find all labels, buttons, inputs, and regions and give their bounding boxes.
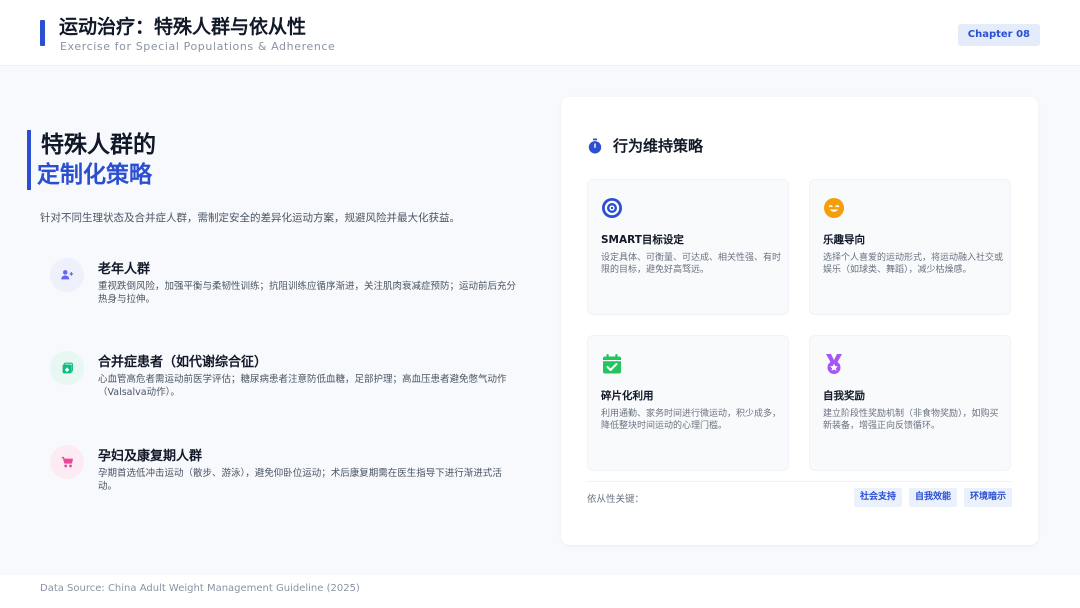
users-icon [50,258,84,292]
tile-title: 碎片化利用 [601,390,654,402]
header: 运动治疗：特殊人群与依从性 Exercise for Special Popul… [0,0,1080,66]
medal-icon [823,353,845,379]
section-heading-line2: 定制化策略 [37,162,152,188]
chapter-badge: Chapter 08 [957,24,1040,46]
stopwatch-icon [587,138,603,158]
tile-desc: 选择个人喜爱的运动形式，将运动融入社交或娱乐（如球类、舞蹈），减少枯燥感。 [823,253,1004,275]
strategy-tile-fun: 乐趣导向 选择个人喜爱的运动形式，将运动融入社交或娱乐（如球类、舞蹈），减少枯燥… [809,179,1011,315]
section-intro: 针对不同生理状态及合并症人群，需制定安全的差异化运动方案，规避风险并最大化获益。 [40,212,460,224]
group-desc: 孕期首选低冲击运动（散步、游泳），避免仰卧位运动；术后康复期需在医生指导下进行渐… [98,468,502,492]
group-title: 孕妇及康复期人群 [98,449,203,464]
target-icon [601,197,623,223]
strategy-tile-reward: 自我奖励 建立阶段性奖励机制（非食物奖励），如购买新装备，增强正向反馈循环。 [809,335,1011,471]
section-heading: 特殊人群的 定制化策略 [27,130,156,190]
tile-title: 乐趣导向 [823,234,865,246]
strategy-tile-fragmented: 碎片化利用 利用通勤、家务时间进行微运动，积少成多，降低整块时间运动的心理门槛。 [587,335,789,471]
group-title: 合并症患者（如代谢综合征） [98,355,268,370]
group-desc: 心血管高危者需运动前医学评估；糖尿病患者注意防低血糖，足部护理；高血压患者避免憋… [98,374,507,398]
strategy-tile-smart: SMART目标设定 设定具体、可衡量、可达成、相关性强、有时限的目标，避免好高骛… [587,179,789,315]
page-title: 运动治疗：特殊人群与依从性 [59,16,307,38]
tag-self-efficacy: 自我效能 [908,488,957,507]
calendar-check-icon [601,353,623,379]
group-pregnancy-rehab: 孕妇及康复期人群 孕期首选低冲击运动（散步、游泳），避免仰卧位运动；术后康复期需… [50,445,520,505]
stroller-icon [50,445,84,479]
tag-social-support: 社会支持 [853,488,902,507]
strategy-title: 行为维持策略 [613,137,704,155]
tile-desc: 建立阶段性奖励机制（非食物奖励），如购买新装备，增强正向反馈循环。 [823,409,999,431]
group-elderly: 老年人群 重视跌倒风险，加强平衡与柔韧性训练；抗阻训练应循序渐进，关注肌肉衰减症… [50,258,520,318]
group-comorbidity: 合并症患者（如代谢综合征） 心血管高危者需运动前医学评估；糖尿病患者注意防低血糖… [50,351,520,411]
clipboard-medical-icon [50,351,84,385]
tile-desc: 利用通勤、家务时间进行微运动，积少成多，降低整块时间运动的心理门槛。 [601,409,782,431]
adherence-tags: 社会支持 自我效能 环境暗示 [853,488,1012,507]
page-subtitle: Exercise for Special Populations & Adher… [60,40,336,53]
tile-desc: 设定具体、可衡量、可达成、相关性强、有时限的目标，避免好高骛远。 [601,253,782,275]
group-desc: 重视跌倒风险，加强平衡与柔韧性训练；抗阻训练应循序渐进，关注肌肉衰减症预防；运动… [98,281,517,305]
smile-icon [823,197,845,223]
tile-title: 自我奖励 [823,390,865,402]
adherence-keys: 依从性关键： 社会支持 自我效能 环境暗示 [587,481,1012,511]
data-source: Data Source: China Adult Weight Manageme… [40,583,360,594]
strategy-card: 行为维持策略 SMART目标设定 设定具体、可衡量、可达成、相关性强、有时限的目… [561,97,1038,545]
group-title: 老年人群 [98,262,151,277]
tag-environment-cue: 环境暗示 [963,488,1012,507]
section-heading-line1: 特殊人群的 [41,132,156,158]
adherence-keys-label: 依从性关键： [587,494,645,505]
title-accent-bar [40,20,45,46]
tile-title: SMART目标设定 [601,234,684,246]
